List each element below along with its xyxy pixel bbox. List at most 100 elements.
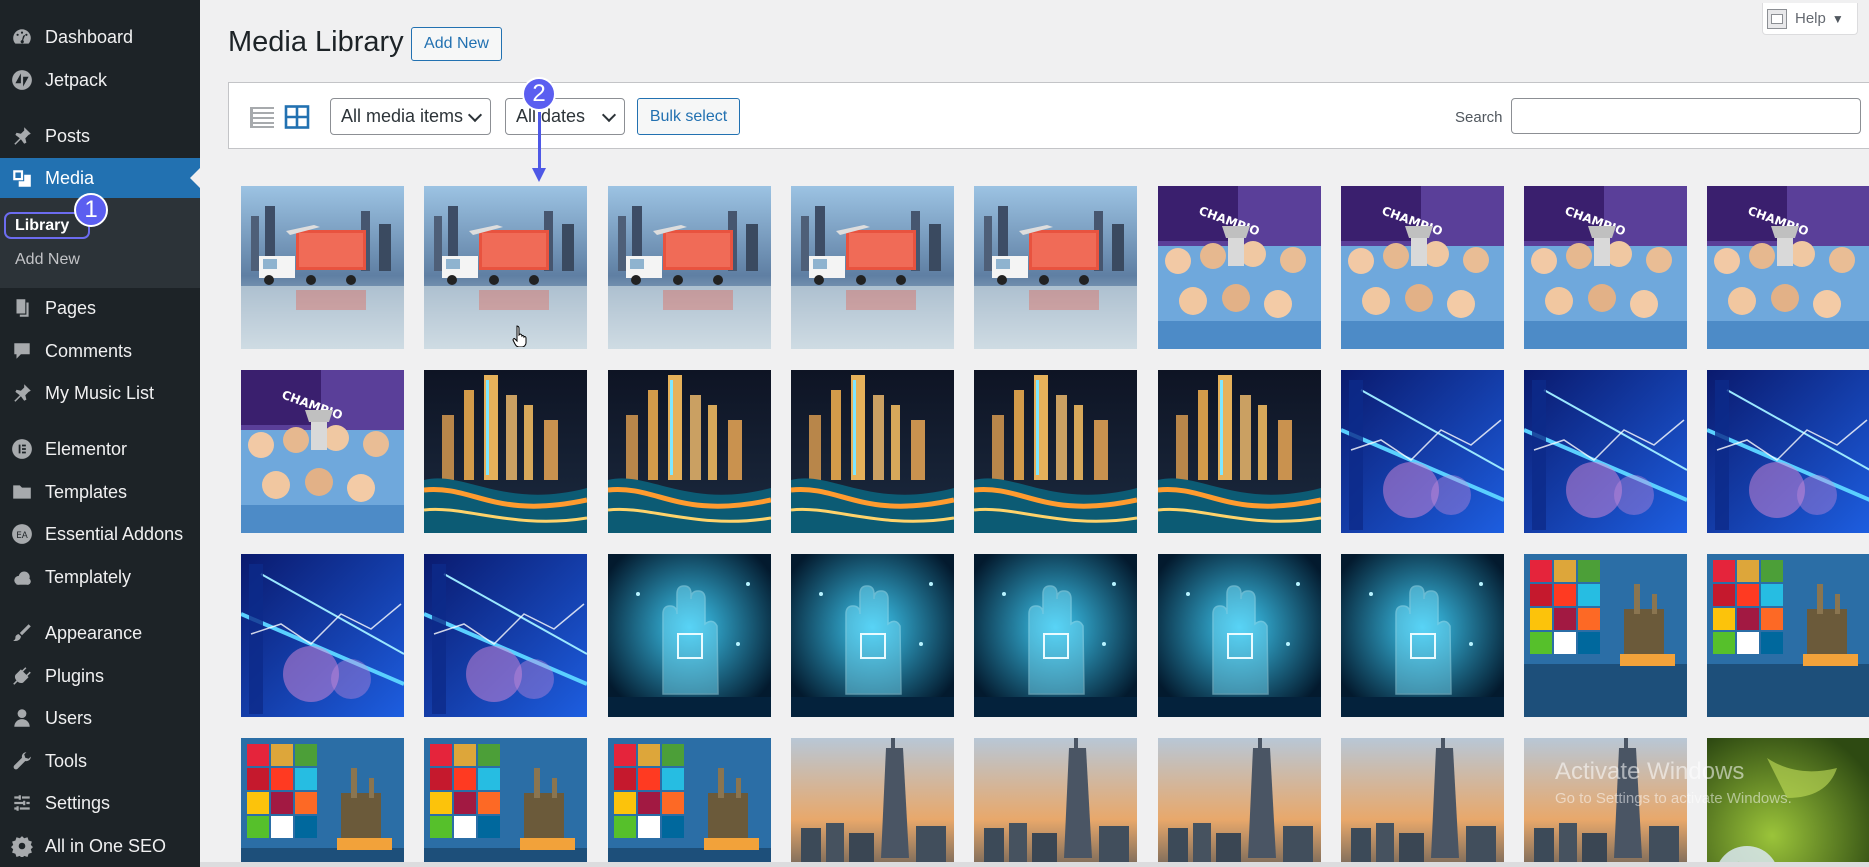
svg-text:EA: EA — [16, 531, 28, 541]
menu-label: Essential Addons — [45, 523, 184, 544]
folder-icon — [10, 480, 34, 504]
step-1-badge: 1 — [74, 193, 108, 227]
menu-posts[interactable]: Posts — [0, 116, 200, 156]
caret-down-icon: ▼ — [1831, 11, 1844, 26]
media-thumbnail-sdg-oil[interactable] — [241, 738, 404, 867]
ea-icon: EA — [10, 522, 34, 546]
media-icon — [10, 166, 34, 190]
media-type-filter[interactable]: All media items — [330, 98, 491, 135]
menu-tools[interactable]: Tools — [0, 741, 200, 781]
menu-jetpack[interactable]: Jetpack — [0, 60, 200, 100]
date-filter-value: All dates — [516, 106, 586, 126]
media-thumbnail-dubai-night[interactable] — [424, 370, 587, 533]
menu-templately[interactable]: Templately — [0, 557, 200, 597]
media-thumbnail-dubai-night[interactable] — [791, 370, 954, 533]
media-thumbnail-dubai-dusk[interactable] — [1341, 738, 1504, 867]
menu-elementor[interactable]: Elementor — [0, 429, 200, 469]
bulk-select-button[interactable]: Bulk select — [637, 98, 740, 135]
menu-essential-addons[interactable]: EA Essential Addons — [0, 514, 200, 554]
menu-dashboard[interactable]: Dashboard — [0, 17, 200, 57]
plug-icon — [10, 664, 34, 688]
media-thumbnail-logistics[interactable] — [974, 186, 1137, 349]
horizontal-scrollbar[interactable] — [200, 862, 1869, 867]
media-thumbnail-finance[interactable] — [1524, 370, 1687, 533]
media-thumbnail-dubai-dusk[interactable] — [974, 738, 1137, 867]
menu-all-in-one-seo[interactable]: All in One SEO — [0, 826, 200, 866]
media-thumbnail-sdg-oil[interactable] — [1524, 554, 1687, 717]
menu-label: All in One SEO — [45, 835, 167, 856]
menu-label: Settings — [45, 792, 111, 813]
menu-label: Templates — [45, 481, 128, 502]
menu-label: Posts — [45, 125, 91, 146]
elementor-icon — [10, 437, 34, 461]
media-thumbnail-tech-hand[interactable] — [974, 554, 1137, 717]
search-input[interactable] — [1511, 98, 1861, 134]
media-thumbnail-sdg-oil[interactable] — [608, 738, 771, 867]
media-thumbnail-tech-hand[interactable] — [1158, 554, 1321, 717]
chevron-down-icon — [467, 107, 483, 123]
help-tab[interactable]: Help ▼ — [1762, 3, 1858, 35]
menu-templates[interactable]: Templates — [0, 472, 200, 512]
media-thumbnail-football[interactable]: CHAMPIO — [1707, 186, 1869, 349]
media-thumbnail-logistics[interactable] — [241, 186, 404, 349]
grid-view-icon[interactable] — [284, 105, 310, 129]
wrench-icon — [10, 749, 34, 773]
date-filter[interactable]: All dates — [505, 98, 625, 135]
list-view-icon[interactable] — [249, 105, 275, 129]
menu-label: My Music List — [45, 382, 155, 403]
menu-label: Elementor — [45, 438, 128, 459]
broken-image-icon — [1767, 8, 1787, 29]
menu-users[interactable]: Users — [0, 698, 200, 738]
media-thumbnail-tech-hand[interactable] — [608, 554, 771, 717]
menu-my-music-list[interactable]: My Music List — [0, 373, 200, 413]
menu-label: Media — [45, 167, 95, 188]
media-thumbnail-logistics[interactable] — [608, 186, 771, 349]
menu-label: Appearance — [45, 622, 143, 643]
media-thumbnail-logistics[interactable] — [424, 186, 587, 349]
menu-label: Templately — [45, 566, 132, 587]
media-thumbnail-finance[interactable] — [424, 554, 587, 717]
media-thumbnail-finance[interactable] — [1707, 370, 1869, 533]
media-thumbnail-sdg-oil[interactable] — [424, 738, 587, 867]
media-thumbnail-finance[interactable] — [241, 554, 404, 717]
media-thumbnail-dubai-dusk[interactable] — [1158, 738, 1321, 867]
menu-label: Pages — [45, 297, 97, 318]
media-toolbar: All media items All dates Bulk select Se… — [228, 82, 1869, 149]
jetpack-icon — [10, 68, 34, 92]
hand-cursor-icon — [512, 325, 527, 347]
menu-pages[interactable]: Pages — [0, 288, 200, 328]
media-thumbnail-tech-hand[interactable] — [1341, 554, 1504, 717]
media-thumbnail-dubai-night[interactable] — [974, 370, 1137, 533]
seo-icon — [10, 834, 34, 858]
submenu-add-new[interactable]: Add New — [15, 251, 80, 269]
menu-appearance[interactable]: Appearance — [0, 613, 200, 653]
media-type-filter-value: All media items — [341, 106, 464, 126]
media-thumbnail-football[interactable]: CHAMPIO — [241, 370, 404, 533]
menu-comments[interactable]: Comments — [0, 331, 200, 371]
chevron-down-icon — [601, 107, 617, 123]
media-thumbnail-football[interactable]: CHAMPIO — [1158, 186, 1321, 349]
media-thumbnail-dubai-night[interactable] — [608, 370, 771, 533]
media-thumbnail-tech-hand[interactable] — [791, 554, 954, 717]
menu-label: Users — [45, 707, 93, 728]
media-thumbnail-football[interactable]: CHAMPIO — [1524, 186, 1687, 349]
help-label: Help — [1795, 10, 1826, 27]
media-thumbnail-dubai-dusk[interactable] — [791, 738, 954, 867]
media-thumbnail-finance[interactable] — [1341, 370, 1504, 533]
menu-label: Comments — [45, 340, 133, 361]
media-thumbnail-logistics[interactable] — [791, 186, 954, 349]
media-thumbnail-dubai-night[interactable] — [1158, 370, 1321, 533]
menu-label: Jetpack — [45, 69, 108, 90]
annotation-arrow-head — [532, 168, 546, 182]
menu-label: Plugins — [45, 665, 105, 686]
comment-icon — [10, 339, 34, 363]
media-thumbnail-football[interactable]: CHAMPIO — [1341, 186, 1504, 349]
menu-media[interactable]: Media — [0, 158, 200, 198]
menu-settings[interactable]: Settings — [0, 783, 200, 823]
media-thumbnail-sdg-oil[interactable] — [1707, 554, 1869, 717]
menu-plugins[interactable]: Plugins — [0, 656, 200, 696]
add-new-button[interactable]: Add New — [411, 27, 502, 61]
pin-icon — [10, 381, 34, 405]
annotation-arrow — [538, 112, 541, 172]
search-label: Search — [1455, 109, 1503, 126]
